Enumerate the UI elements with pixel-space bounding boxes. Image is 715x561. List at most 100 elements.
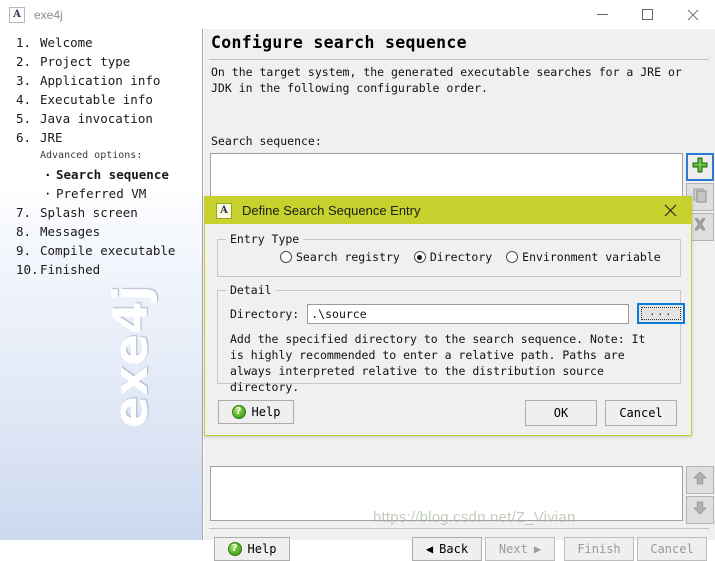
- advanced-options-label: Advanced options:: [40, 150, 143, 161]
- back-button[interactable]: ◀ Back: [412, 537, 482, 561]
- step-number: 1.: [16, 35, 32, 50]
- wizard-step-list: 1. Welcome 2. Project type 3. Applicatio…: [0, 33, 202, 279]
- plus-icon: [691, 156, 709, 178]
- next-arrow-icon: ▶: [533, 542, 542, 556]
- window-titlebar: A exe4j: [0, 0, 715, 30]
- entry-type-group: Entry Type Search registry Directory Env…: [217, 232, 681, 277]
- detail-legend: Detail: [226, 283, 276, 297]
- add-entry-button[interactable]: [686, 153, 714, 181]
- sidebar-item-search-sequence[interactable]: · Search sequence: [0, 165, 202, 184]
- radio-label: Search registry: [296, 250, 400, 264]
- dialog-close-button[interactable]: [655, 197, 685, 224]
- search-sequence-list-secondary[interactable]: [210, 466, 683, 521]
- step-number: 6.: [16, 130, 32, 145]
- next-button-label: Next: [498, 542, 528, 556]
- close-button[interactable]: [670, 0, 715, 29]
- step-number: 4.: [16, 92, 32, 107]
- sidebar-item-welcome[interactable]: 1. Welcome: [0, 33, 202, 52]
- sidebar-item-jre[interactable]: 6. JRE: [0, 128, 202, 147]
- help-question-icon: ?: [231, 405, 246, 419]
- step-label: Application info: [40, 73, 161, 88]
- reorder-toolbar: [686, 466, 714, 526]
- step-number: 9.: [16, 243, 32, 258]
- move-down-button[interactable]: [686, 496, 714, 524]
- app-icon: A: [9, 6, 25, 23]
- help-button-label: Help: [247, 542, 277, 556]
- search-sequence-label: Search sequence:: [211, 134, 322, 148]
- dialog-help-label: Help: [251, 405, 281, 419]
- radio-icon-selected: [413, 251, 426, 263]
- radio-icon: [506, 251, 519, 263]
- finish-button-label: Finish: [577, 542, 621, 556]
- window-title: exe4j: [34, 7, 63, 22]
- sidebar-item-java-invocation[interactable]: 5. Java invocation: [0, 109, 202, 128]
- sidebar-item-compile-executable[interactable]: 9. Compile executable: [0, 241, 202, 260]
- step-label: Finished: [40, 262, 101, 277]
- finish-button[interactable]: Finish: [564, 537, 634, 561]
- bullet-icon: ·: [44, 186, 52, 201]
- exe4j-wizard-window: A exe4j 1. Welcome 2. Project type 3. Ap…: [0, 0, 715, 561]
- step-label: Project type: [40, 54, 131, 69]
- maximize-button[interactable]: [625, 0, 670, 29]
- radio-icon: [280, 251, 292, 263]
- back-arrow-icon: ◀: [425, 542, 434, 556]
- dialog-title: Define Search Sequence Entry: [242, 203, 421, 218]
- bullet-icon: ·: [44, 167, 52, 182]
- next-button[interactable]: Next ▶: [485, 537, 555, 561]
- radio-search-registry[interactable]: Search registry: [280, 250, 400, 264]
- step-number: 7.: [16, 205, 32, 220]
- entry-type-legend: Entry Type: [226, 232, 304, 246]
- browse-directory-button[interactable]: ...: [637, 303, 686, 324]
- arrow-down-icon: [692, 500, 708, 520]
- dialog-titlebar: A Define Search Sequence Entry: [205, 197, 691, 224]
- sidebar-item-preferred-vm[interactable]: · Preferred VM: [0, 184, 202, 203]
- browse-button-label: ...: [641, 307, 682, 320]
- exe4j-logo-watermark: exe4j: [104, 285, 202, 540]
- sub-step-label: Preferred VM: [56, 186, 147, 201]
- back-button-label: Back: [439, 542, 469, 556]
- sidebar-item-finished[interactable]: 10. Finished: [0, 260, 202, 279]
- dialog-help-button[interactable]: ? Help: [218, 400, 294, 424]
- step-label: Java invocation: [40, 111, 153, 126]
- sidebar-item-executable-info[interactable]: 4. Executable info: [0, 90, 202, 109]
- sidebar-item-application-info[interactable]: 3. Application info: [0, 71, 202, 90]
- step-label: JRE: [40, 130, 63, 145]
- step-label: Welcome: [40, 35, 93, 50]
- cancel-button[interactable]: Cancel: [637, 537, 707, 561]
- dialog-ok-label: OK: [553, 406, 569, 420]
- arrow-up-icon: [692, 470, 708, 490]
- step-number: 5.: [16, 111, 32, 126]
- step-number: 3.: [16, 73, 32, 88]
- dialog-cancel-label: Cancel: [619, 406, 663, 420]
- page-description: On the target system, the generated exec…: [211, 65, 682, 95]
- sidebar-item-project-type[interactable]: 2. Project type: [0, 52, 202, 71]
- directory-hint-text: Add the specified directory to the searc…: [230, 332, 646, 394]
- dialog-cancel-button[interactable]: Cancel: [605, 400, 677, 426]
- window-controls: [580, 0, 715, 29]
- exe4j-logo-text: exe4j: [104, 285, 159, 428]
- close-x-icon: [692, 217, 708, 237]
- radio-environment-variable[interactable]: Environment variable: [506, 250, 661, 264]
- help-question-icon: ?: [227, 542, 242, 556]
- detail-group: Detail Directory: .\source ... Add the s…: [217, 283, 686, 394]
- step-number: 8.: [16, 224, 32, 239]
- minimize-button[interactable]: [580, 0, 625, 29]
- help-button[interactable]: ? Help: [214, 537, 290, 561]
- step-label: Compile executable: [40, 243, 176, 258]
- step-number: 2.: [16, 54, 32, 69]
- footer-divider: [209, 528, 709, 529]
- cancel-button-label: Cancel: [650, 542, 694, 556]
- wizard-sidebar: 1. Welcome 2. Project type 3. Applicatio…: [0, 29, 203, 540]
- sidebar-item-splash-screen[interactable]: 7. Splash screen: [0, 203, 202, 222]
- dialog-ok-button[interactable]: OK: [525, 400, 597, 426]
- sidebar-item-messages[interactable]: 8. Messages: [0, 222, 202, 241]
- directory-row: Directory: .\source ...: [230, 303, 686, 324]
- move-up-button[interactable]: [686, 466, 714, 494]
- radio-directory[interactable]: Directory: [413, 250, 493, 264]
- radio-label: Environment variable: [522, 250, 661, 264]
- directory-input[interactable]: .\source: [307, 303, 630, 324]
- directory-label: Directory:: [230, 306, 300, 321]
- title-divider: [209, 59, 709, 60]
- define-search-sequence-entry-dialog: A Define Search Sequence Entry Entry Typ…: [204, 196, 692, 436]
- radio-label: Directory: [429, 250, 493, 264]
